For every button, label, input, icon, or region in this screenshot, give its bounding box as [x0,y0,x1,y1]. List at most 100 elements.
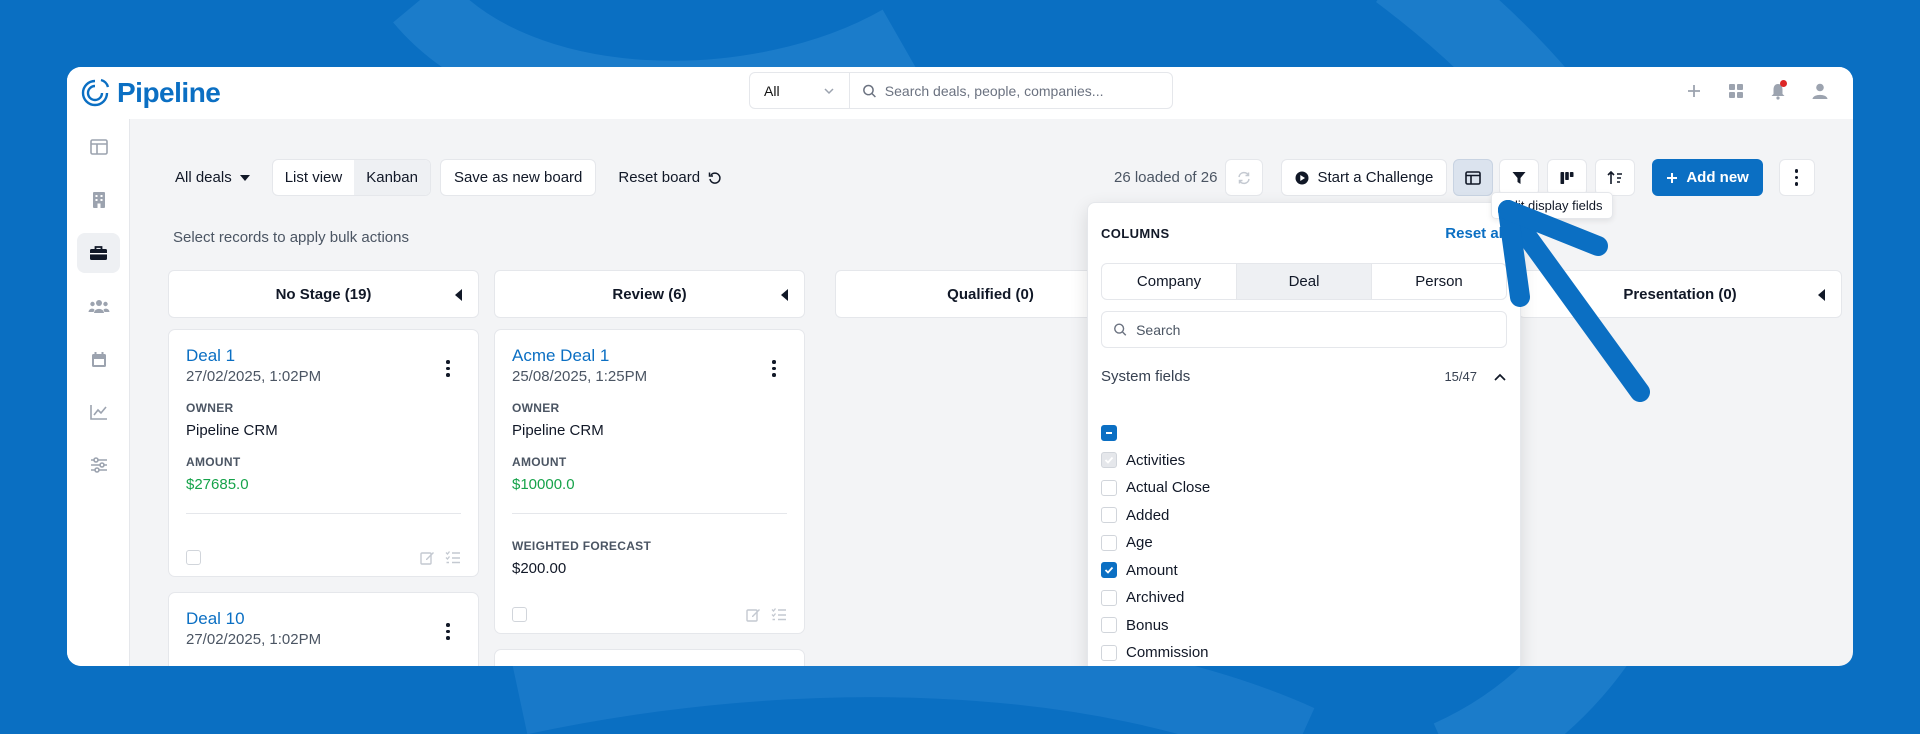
briefcase-icon[interactable] [77,233,120,273]
board-layout-button[interactable] [1547,159,1588,196]
edit-icon[interactable] [420,550,435,565]
deal-card[interactable]: Deal 10 27/02/2025, 1:02PM [168,592,479,666]
collapse-caret-icon[interactable] [455,289,462,301]
card-menu-icon[interactable] [772,360,776,377]
owner-label: OWNER [512,401,560,415]
field-row[interactable]: Commission [1101,639,1210,666]
save-board-button[interactable]: Save as new board [439,159,597,196]
field-row[interactable]: Added [1101,502,1210,530]
card-menu-icon[interactable] [446,360,450,377]
select-checkbox[interactable] [186,550,201,565]
loaded-count: 26 loaded of 26 [1114,169,1218,186]
select-checkbox[interactable] [512,607,527,622]
tab-deal[interactable]: Deal [1237,264,1372,299]
panel-header: COLUMNS Reset all [1101,225,1507,242]
sort-icon [1607,170,1623,184]
field-row[interactable]: Actual Close [1101,474,1210,502]
divider [186,513,461,514]
sort-button[interactable] [1595,159,1636,196]
kanban-icon [1560,171,1574,184]
reset-board-button[interactable]: Reset board [604,159,736,196]
search-scope-select[interactable]: All [750,73,850,108]
select-all-row[interactable] [1101,419,1210,447]
deal-card[interactable] [494,649,805,666]
deal-card[interactable]: Acme Deal 1 25/08/2025, 1:25PM OWNER Pip… [494,329,805,634]
select-all-checkbox[interactable] [1101,424,1117,441]
column-title: Presentation (0) [1623,285,1737,303]
system-fields-label: System fields [1101,368,1191,385]
tab-company[interactable]: Company [1102,264,1237,299]
divider [512,513,787,514]
list-view-button[interactable]: List view [273,160,355,195]
deal-title[interactable]: Acme Deal 1 [512,346,787,366]
chevron-down-icon [824,87,834,94]
field-row[interactable]: Amount [1101,557,1210,585]
building-icon[interactable] [77,180,120,220]
start-challenge-button[interactable]: Start a Challenge [1281,159,1448,196]
collapse-caret-icon[interactable] [1818,289,1825,301]
settings-sliders-icon[interactable] [77,445,120,485]
bulk-actions-hint: Select records to apply bulk actions [173,229,409,246]
field-checkbox[interactable] [1101,644,1117,661]
column-header-no-stage[interactable]: No Stage (19) [168,270,479,318]
field-row[interactable]: Age [1101,529,1210,557]
bell-icon[interactable] [1767,80,1789,102]
column-header-review[interactable]: Review (6) [494,270,805,318]
task-list-icon[interactable] [771,607,787,621]
card-footer [186,550,461,566]
add-new-button[interactable]: Add new [1652,159,1763,196]
board-icon[interactable] [77,127,120,167]
calendar-icon[interactable] [77,339,120,379]
field-checkbox[interactable] [1101,507,1117,524]
field-search-input[interactable] [1136,321,1495,338]
chevron-up-icon[interactable] [1493,372,1507,382]
weighted-forecast-label: WEIGHTED FORECAST [512,539,652,553]
system-fields-header[interactable]: System fields 15/47 [1101,368,1507,385]
search-box [850,73,1172,108]
apps-grid-icon[interactable] [1725,80,1747,102]
amount-value: $10000.0 [512,476,575,493]
deal-title[interactable]: Deal 1 [186,346,461,366]
card-menu-icon[interactable] [446,623,450,640]
card-actions [746,607,787,622]
field-checkbox[interactable] [1101,534,1117,551]
field-checkbox[interactable] [1101,617,1117,634]
kanban-button[interactable]: Kanban [354,160,430,195]
logo[interactable]: Pipeline [79,77,221,109]
field-row[interactable]: Bonus [1101,612,1210,640]
deal-title[interactable]: Deal 10 [186,609,461,629]
tab-person[interactable]: Person [1372,264,1506,299]
view-toggle: List view Kanban [271,159,431,196]
task-list-icon[interactable] [445,550,461,564]
deal-date: 25/08/2025, 1:25PM [512,368,648,385]
user-icon[interactable] [1809,80,1831,102]
filter-icon [1512,171,1526,184]
edit-icon[interactable] [746,607,761,622]
all-deals-dropdown[interactable]: All deals [161,159,264,196]
field-checkbox[interactable] [1101,562,1117,579]
field-label: Actual Close [1126,479,1211,497]
edit-display-fields-button[interactable] [1453,159,1494,196]
column-header-presentation[interactable]: Presentation (0) [1518,270,1842,318]
chart-icon[interactable] [77,392,120,432]
filter-button[interactable] [1499,159,1540,196]
pipeline-logo-icon [81,78,110,107]
more-options-button[interactable] [1778,159,1815,196]
field-checkbox[interactable] [1101,589,1117,606]
search-icon [863,84,876,98]
plus-icon[interactable] [1683,80,1705,102]
amount-value: $27685.0 [186,476,249,493]
search-icon [1114,323,1127,336]
field-checkbox[interactable] [1101,479,1117,496]
reset-all-link[interactable]: Reset all [1445,225,1507,242]
field-row[interactable]: Activities [1101,447,1210,475]
field-row[interactable]: Archived [1101,584,1210,612]
collapse-caret-icon[interactable] [781,289,788,301]
card-footer [512,607,787,623]
people-icon[interactable] [77,286,120,326]
owner-value: Pipeline CRM [512,422,604,439]
column-title: No Stage (19) [275,285,372,303]
search-input[interactable] [884,82,1160,99]
deal-card[interactable]: Deal 1 27/02/2025, 1:02PM OWNER Pipeline… [168,329,479,577]
reload-button[interactable] [1225,159,1264,196]
